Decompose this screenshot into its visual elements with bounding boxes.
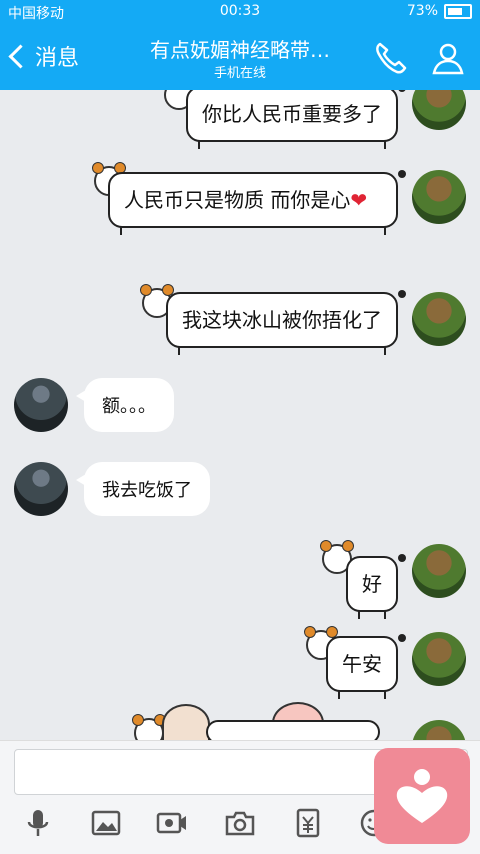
floating-heart-button[interactable]	[374, 748, 470, 844]
back-button[interactable]: 消息	[8, 40, 80, 72]
phone-icon[interactable]	[372, 40, 408, 76]
message-row: 人民币只是物质 而你是心❤	[0, 162, 480, 276]
message-bubble[interactable]: 额。。。	[76, 378, 174, 432]
message-bubble[interactable]: 我这块冰山被你捂化了	[166, 290, 406, 355]
battery-icon	[444, 3, 472, 19]
chat-status: 手机在线	[213, 66, 266, 81]
avatar[interactable]	[412, 720, 466, 740]
message-row: 额。。。	[0, 376, 480, 438]
status-bar: 中国移动 00:33 73%	[0, 0, 480, 24]
profile-icon[interactable]	[430, 40, 466, 76]
message-row: 我去吃饭了	[0, 460, 480, 522]
message-text: 你比人民币重要多了	[202, 102, 382, 126]
message-bubble[interactable]: 我去吃饭了	[76, 462, 210, 516]
bear-sticker-icon	[132, 714, 166, 740]
message-row	[0, 700, 480, 740]
image-icon[interactable]	[90, 807, 122, 839]
message-row: 好	[0, 540, 480, 619]
battery-percent: 73%	[406, 3, 438, 19]
message-bubble[interactable]: 好	[346, 554, 406, 619]
red-packet-icon[interactable]	[292, 807, 324, 839]
camera-icon[interactable]	[224, 807, 256, 839]
message-bubble[interactable]	[206, 720, 380, 740]
chat-header: 消息 有点妩媚神经略带… 手机在线	[0, 24, 480, 90]
avatar[interactable]	[412, 170, 466, 224]
message-row: 我这块冰山被你捂化了	[0, 284, 480, 368]
cartoon-sticker-image	[162, 704, 210, 740]
message-row: 你比人民币重要多了	[0, 90, 480, 160]
message-list[interactable]: 你比人民币重要多了 人民币只是物质 而你是心❤ 我这块冰山被你捂化了 额。。。 …	[0, 90, 480, 740]
message-row: 午安	[0, 626, 480, 700]
message-text: 午安	[342, 652, 382, 676]
voice-icon[interactable]	[22, 807, 54, 839]
message-text: 人民币只是物质 而你是心	[124, 188, 351, 212]
avatar[interactable]	[412, 544, 466, 598]
chat-title: 有点妩媚神经略带…	[150, 38, 330, 62]
message-bubble[interactable]: 人民币只是物质 而你是心❤	[108, 170, 406, 235]
avatar[interactable]	[412, 292, 466, 346]
message-bubble[interactable]: 午安	[326, 634, 406, 699]
video-icon[interactable]	[156, 807, 188, 839]
avatar[interactable]	[14, 378, 68, 432]
heart-icon: ❤	[350, 188, 368, 212]
avatar[interactable]	[412, 90, 466, 130]
avatar[interactable]	[412, 632, 466, 686]
message-bubble[interactable]: 你比人民币重要多了	[186, 90, 406, 149]
message-text: 好	[362, 572, 382, 596]
heart-icon	[396, 769, 448, 823]
avatar[interactable]	[14, 462, 68, 516]
back-label: 消息	[35, 46, 80, 71]
message-text: 我这块冰山被你捂化了	[182, 308, 382, 332]
chevron-left-icon	[8, 43, 33, 69]
